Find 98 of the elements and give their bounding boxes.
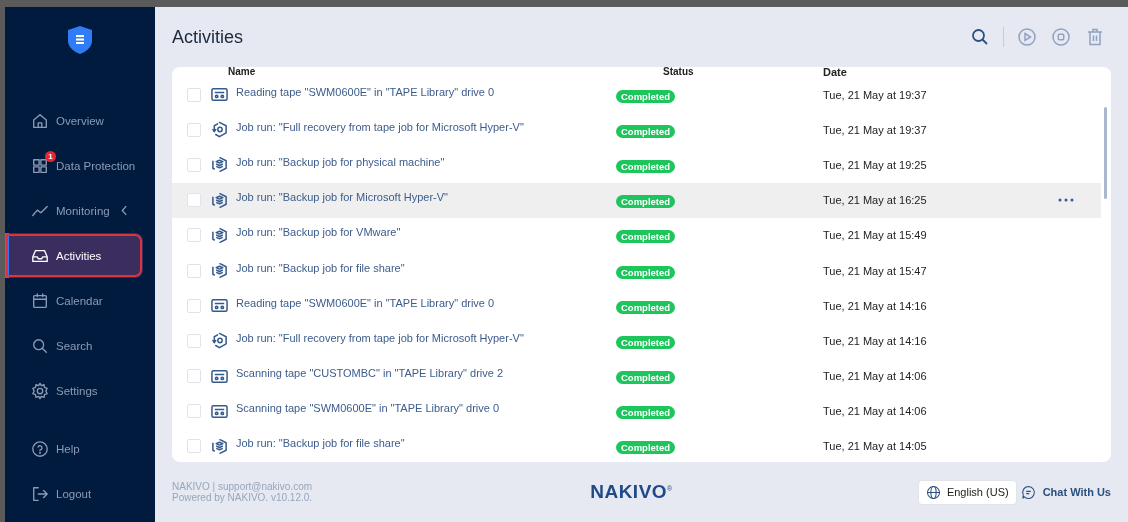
date-cell-text: Tue, 21 May at 19:37 xyxy=(823,123,928,136)
calendar-icon xyxy=(31,291,49,310)
activity-name[interactable]: Job run: "Backup job for file share" xyxy=(236,261,405,274)
date-cell-text: Tue, 21 May at 14:16 xyxy=(823,299,928,312)
status-badge: Completed xyxy=(616,300,676,314)
status-badge: Completed xyxy=(616,441,676,455)
status-badge: Completed xyxy=(616,195,676,209)
row-checkbox[interactable] xyxy=(187,87,201,102)
status-badge: Completed xyxy=(616,406,676,420)
status-badge: Completed xyxy=(616,124,676,138)
date-cell-text: Tue, 21 May at 15:49 xyxy=(823,229,928,242)
chat-button[interactable]: Chat With Us xyxy=(1020,480,1111,504)
table-row[interactable]: Scanning tape "CUSTOMBC" in "TAPE Library" drive 2 Completed Tue, 21 May at 14:06 xyxy=(172,358,1101,394)
row-checkbox[interactable] xyxy=(187,263,201,278)
date-cell-text: Tue, 21 May at 19:25 xyxy=(823,158,928,171)
nav-item[interactable]: 1 Data Protection xyxy=(5,143,143,188)
nav-item[interactable]: Monitoring xyxy=(5,188,143,233)
grid-icon xyxy=(31,156,49,175)
row-checkbox[interactable] xyxy=(187,333,201,348)
table-row[interactable]: Job run: "Backup job for physical machine" Completed Tue, 21 May at 19:25 xyxy=(172,147,1101,183)
table-row[interactable]: Reading tape "SWM0600E" in "TAPE Library" drive 0 Completed Tue, 21 May at 14:16 xyxy=(172,288,1101,324)
tape-cassette-icon xyxy=(211,367,228,385)
status-badge: Completed xyxy=(616,335,676,349)
status-badge: Completed xyxy=(616,230,676,244)
stack-icon xyxy=(211,226,228,244)
stack-icon xyxy=(211,262,228,280)
row-checkbox[interactable] xyxy=(187,404,201,419)
table-row[interactable]: Job run: "Full recovery from tape job for Microsoft Hyper-V" Completed Tue, 21 May at 14:16 xyxy=(172,323,1101,359)
date-cell-text: Tue, 21 May at 19:37 xyxy=(823,88,928,101)
date-cell-text: Tue, 21 May at 14:06 xyxy=(823,370,928,383)
activity-name[interactable]: Job run: "Full recovery from tape job for Microsoft Hyper-V" xyxy=(236,331,524,344)
column-header: Date xyxy=(823,67,848,77)
column-header: Name xyxy=(227,67,257,77)
restore-icon xyxy=(211,121,228,139)
nav-item[interactable]: Overview xyxy=(5,98,143,143)
row-checkbox[interactable] xyxy=(187,439,201,454)
activity-name[interactable]: Scanning tape "SWM0600E" in "TAPE Library" drive 0 xyxy=(236,402,500,415)
help-icon xyxy=(31,439,49,458)
page-title: Activities xyxy=(172,26,243,48)
stop-button[interactable] xyxy=(1050,26,1072,48)
language-button[interactable]: English (US) xyxy=(917,479,1017,505)
date-cell-text: Tue, 21 May at 14:06 xyxy=(823,405,928,418)
row-checkbox[interactable] xyxy=(187,298,201,313)
search-icon xyxy=(31,336,49,355)
row-checkbox[interactable] xyxy=(187,228,201,243)
table-row[interactable]: Job run: "Backup job for Microsoft Hyper-V" Completed Tue, 21 May at 16:25 xyxy=(172,182,1101,218)
globe-icon xyxy=(925,484,941,500)
table-row[interactable]: Job run: "Backup job for file share" Completed Tue, 21 May at 15:47 xyxy=(172,252,1101,289)
status-badge: Completed xyxy=(616,159,676,173)
date-cell-text: Tue, 21 May at 14:05 xyxy=(823,440,928,453)
house-icon xyxy=(31,111,49,130)
support-contact: NAKIVO | support@nakivo.com xyxy=(172,481,314,492)
logout-icon xyxy=(31,484,49,503)
stack-icon xyxy=(211,156,228,174)
chat-bubble-icon xyxy=(1020,484,1036,500)
date-cell-text: Tue, 21 May at 16:25 xyxy=(823,194,928,207)
activity-name[interactable]: Job run: "Backup job for Microsoft Hyper-V" xyxy=(236,191,448,204)
version-text: Powered by NAKIVO. v10.12.0. xyxy=(172,492,314,503)
activity-name[interactable]: Scanning tape "CUSTOMBC" in "TAPE Library" drive 2 xyxy=(236,367,504,380)
more-icon[interactable] xyxy=(1058,198,1074,203)
status-badge: Completed xyxy=(616,371,676,385)
activity-name[interactable]: Job run: "Backup job for physical machine" xyxy=(236,155,445,168)
restore-icon xyxy=(211,332,228,350)
play-button[interactable] xyxy=(1016,26,1038,48)
nav-item[interactable]: Search xyxy=(5,323,143,368)
tape-cassette-icon xyxy=(211,86,228,104)
nakivo-logo: NAKIVO$^{®}$ xyxy=(590,481,673,503)
shield-logo-icon xyxy=(68,26,92,54)
activity-name[interactable]: Job run: "Full recovery from tape job for Microsoft Hyper-V" xyxy=(236,120,524,133)
nav-item[interactable]: Help xyxy=(5,426,143,471)
table-row[interactable]: Job run: "Full recovery from tape job for Microsoft Hyper-V" Completed Tue, 21 May at 19:37 xyxy=(172,112,1101,148)
activity-name[interactable]: Job run: "Backup job for file share" xyxy=(236,437,405,450)
row-checkbox[interactable] xyxy=(187,157,201,172)
table-row[interactable]: Scanning tape "SWM0600E" in "TAPE Library" drive 0 Completed Tue, 21 May at 14:06 xyxy=(172,393,1101,429)
nav-item[interactable]: Calendar xyxy=(5,278,143,323)
table-row[interactable]: Job run: "Backup job for VMware" Completed Tue, 21 May at 15:49 xyxy=(172,217,1101,253)
tape-cassette-icon xyxy=(211,402,228,420)
activity-name[interactable]: Job run: "Backup job for VMware" xyxy=(236,226,401,239)
activity-name[interactable]: Reading tape "SWM0600E" in "TAPE Library" drive 0 xyxy=(236,85,495,98)
stack-icon xyxy=(211,191,228,209)
nav-item[interactable]: Logout xyxy=(5,471,143,516)
settings-icon xyxy=(31,381,49,400)
status-badge: Completed xyxy=(616,89,676,103)
table-row[interactable]: Reading tape "SWM0600E" in "TAPE Library" drive 0 Completed Tue, 21 May at 19:37 xyxy=(172,77,1101,113)
stack-icon xyxy=(211,437,228,455)
table-row[interactable]: Job run: "Backup job for file share" Completed Tue, 21 May at 14:05 xyxy=(172,428,1101,462)
date-cell-text: Tue, 21 May at 15:47 xyxy=(823,264,928,277)
tape-cassette-icon xyxy=(211,297,228,315)
status-badge: Completed xyxy=(616,265,676,279)
row-checkbox[interactable] xyxy=(187,193,201,208)
row-checkbox[interactable] xyxy=(187,369,201,384)
notification-badge: 1 xyxy=(45,150,56,162)
nav-item[interactable]: Activities xyxy=(5,233,143,278)
row-checkbox[interactable] xyxy=(187,122,201,137)
activity-name[interactable]: Reading tape "SWM0600E" in "TAPE Library" drive 0 xyxy=(236,296,495,309)
nav-item[interactable]: Settings xyxy=(5,368,143,413)
scrollbar[interactable] xyxy=(1104,107,1107,199)
date-cell-text: Tue, 21 May at 14:16 xyxy=(823,334,928,347)
